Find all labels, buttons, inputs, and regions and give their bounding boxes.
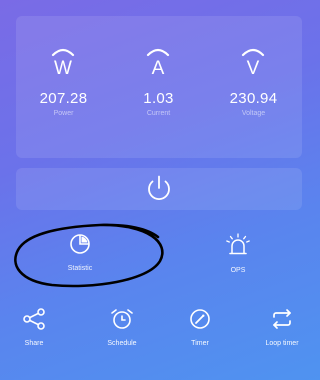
power-toggle-bar [16, 168, 302, 210]
ops-label: OPS [230, 267, 246, 274]
voltage-value: 230.94 [229, 90, 278, 107]
current-metric: A 1.03 Current [111, 16, 206, 158]
ops-button[interactable]: OPS [208, 233, 268, 274]
share-button[interactable]: Share [4, 308, 64, 347]
share-label: Share [24, 340, 44, 347]
loop-timer-label: Loop timer [265, 340, 299, 347]
current-amp-icon: A [146, 48, 170, 78]
voltage-label: Voltage [241, 110, 266, 117]
alarm-clock-icon [111, 309, 133, 329]
loop-icon [273, 309, 291, 329]
alarm-light-icon [226, 233, 250, 255]
timer-label: Timer [191, 340, 209, 347]
loop-timer-button[interactable]: Loop timer [252, 308, 312, 347]
timer-button[interactable]: Timer [170, 308, 230, 347]
schedule-label: Schedule [107, 340, 137, 347]
stopwatch-icon [190, 309, 210, 329]
statistic-button[interactable]: Statistic [44, 232, 116, 272]
voltage-icon: V [241, 48, 265, 78]
svg-text:V: V [247, 58, 260, 78]
schedule-button[interactable]: Schedule [92, 308, 152, 347]
metrics-card: W 207.28 Power A 1.03 Current V 230.94 V… [16, 16, 302, 158]
power-watt-icon: W [51, 48, 75, 78]
current-value: 1.03 [143, 90, 174, 107]
svg-text:A: A [152, 58, 165, 78]
power-button[interactable] [142, 174, 176, 204]
voltage-metric: V 230.94 Voltage [206, 16, 301, 158]
pie-chart-icon [70, 234, 90, 254]
power-metric: W 207.28 Power [16, 16, 111, 158]
power-label: Power [53, 110, 74, 117]
statistic-label: Statistic [67, 265, 93, 272]
share-icon [23, 308, 45, 330]
power-value: 207.28 [39, 90, 88, 107]
svg-text:W: W [54, 58, 72, 78]
current-label: Current [146, 110, 171, 117]
